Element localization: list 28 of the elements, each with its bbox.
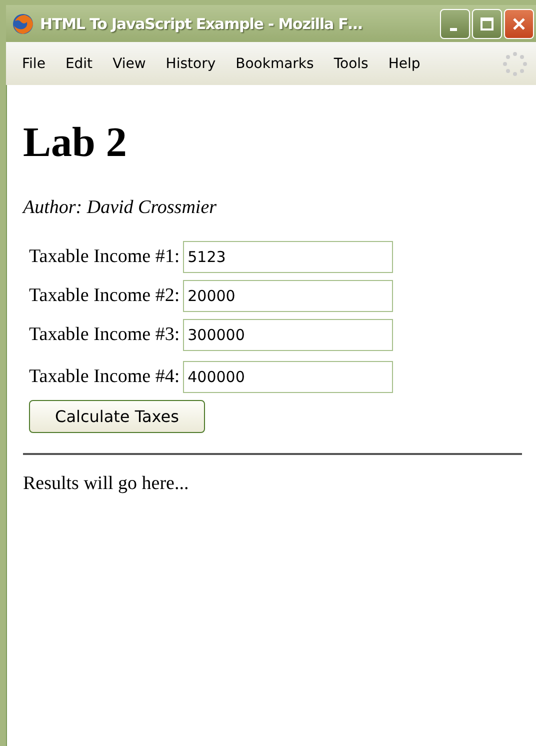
field-label: Taxable Income #4: [29, 366, 180, 388]
field-label: Taxable Income #2: [29, 285, 180, 307]
maximize-button[interactable] [472, 8, 502, 38]
income-field[interactable]: 300000 [182, 319, 393, 351]
close-button[interactable] [504, 8, 534, 38]
maximize-icon [480, 16, 494, 30]
income-field[interactable]: 400000 [182, 361, 393, 393]
menu-item[interactable]: Help [388, 56, 420, 72]
close-icon [512, 16, 526, 30]
minimize-button[interactable] [440, 8, 470, 38]
menu-item[interactable]: Bookmarks [236, 56, 314, 72]
income-field[interactable]: 20000 [182, 280, 393, 312]
menu-item[interactable]: Tools [334, 56, 368, 72]
field-label: Taxable Income #3: [29, 324, 180, 346]
throbber-icon [502, 50, 528, 76]
menu-item[interactable]: Edit [65, 56, 93, 72]
minimize-icon [450, 28, 456, 31]
menu-item[interactable]: File [22, 56, 46, 72]
window-title: HTML To JavaScript Example - Mozilla F… [40, 14, 364, 32]
field-label: Taxable Income #1: [29, 246, 180, 268]
results-text: Results will go here... [23, 473, 190, 495]
globe-icon [12, 12, 34, 34]
income-field[interactable]: 5123 [182, 241, 393, 273]
calculate-button[interactable]: Calculate Taxes [29, 400, 205, 433]
menu-item[interactable]: View [112, 56, 146, 72]
page-heading: Lab 2 [23, 119, 128, 167]
menu-item[interactable]: History [166, 56, 216, 72]
author-line: Author: David Crossmier [23, 197, 218, 219]
